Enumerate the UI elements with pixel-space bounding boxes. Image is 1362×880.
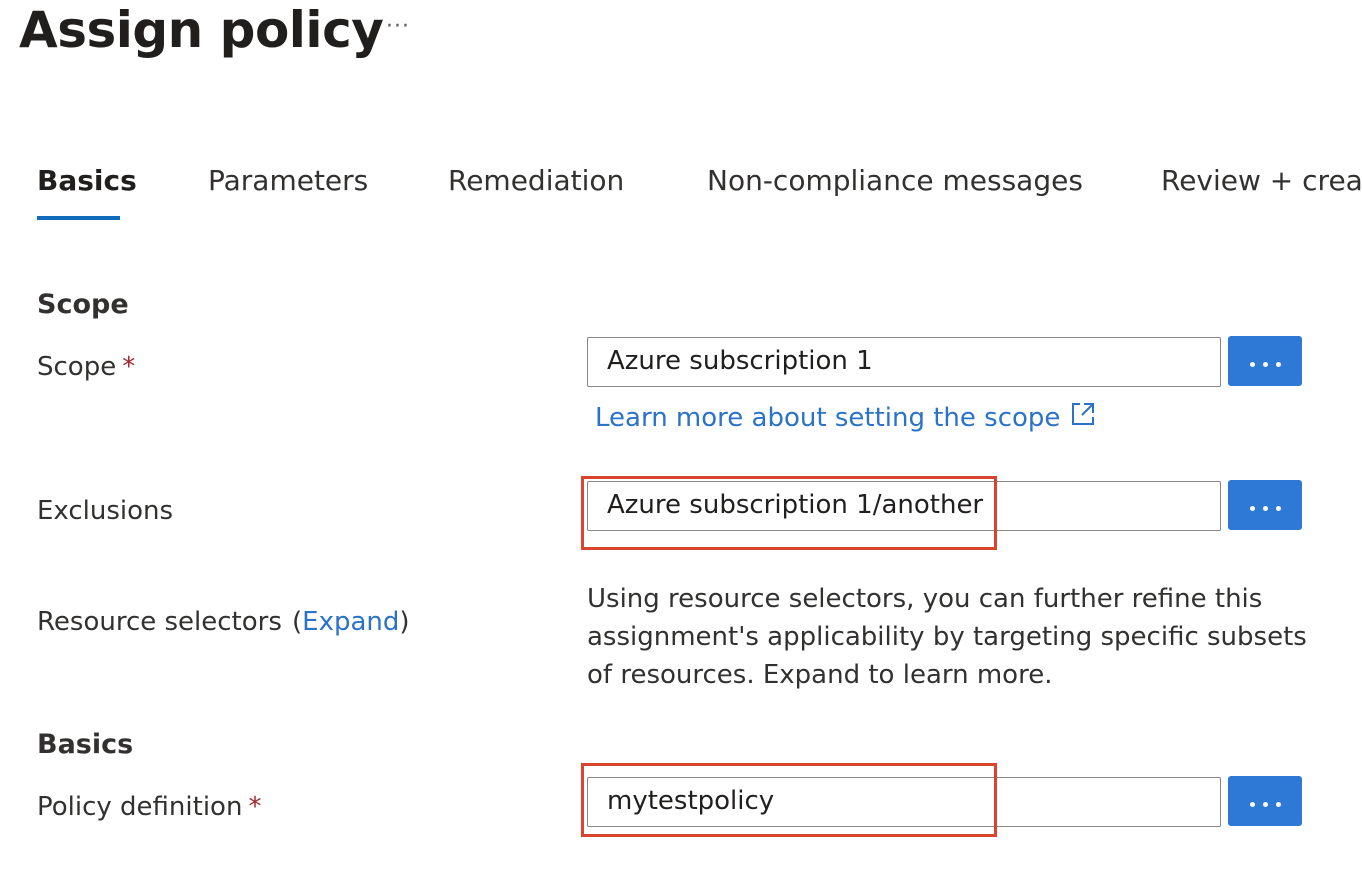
scope-label-row: Scope *	[37, 349, 135, 385]
expand-link[interactable]: Expand	[302, 607, 399, 637]
tab-non-compliance-messages[interactable]: Non-compliance messages	[707, 160, 1083, 202]
tab-review-create[interactable]: Review + create	[1161, 160, 1362, 202]
policy-definition-browse-button[interactable]	[1228, 776, 1302, 826]
policy-definition-label: Policy definition	[37, 792, 243, 822]
required-indicator: *	[122, 352, 136, 382]
scope-browse-button[interactable]	[1228, 336, 1302, 386]
tab-parameters[interactable]: Parameters	[208, 160, 368, 202]
assign-policy-page: Assign policy ··· Basics Parameters Reme…	[0, 0, 1362, 880]
tab-bar: Basics Parameters Remediation Non-compli…	[0, 160, 1362, 230]
expand-open-paren: (	[292, 607, 303, 637]
active-tab-indicator	[37, 216, 120, 220]
tab-basics[interactable]: Basics	[37, 160, 137, 202]
tab-remediation[interactable]: Remediation	[448, 160, 624, 202]
more-dots-icon	[1246, 792, 1285, 811]
resource-selectors-label: Resource selectors	[37, 607, 282, 637]
more-dots-icon	[1246, 496, 1285, 515]
more-options-icon[interactable]: ···	[386, 14, 410, 39]
more-dots-icon	[1246, 352, 1285, 371]
resource-selectors-expand: (Expand)	[292, 604, 410, 640]
external-link-icon	[1070, 400, 1096, 438]
exclusions-input[interactable]: Azure subscription 1/another	[587, 481, 1221, 531]
exclusions-label: Exclusions	[37, 496, 174, 526]
page-title: Assign policy	[19, 1, 384, 59]
scope-section-heading: Scope	[37, 289, 129, 320]
basics-section-heading: Basics	[37, 729, 134, 760]
resource-selectors-description: Using resource selectors, you can furthe…	[587, 584, 1307, 690]
scope-label: Scope	[37, 352, 117, 382]
policy-definition-label-row: Policy definition *	[37, 789, 261, 825]
required-indicator: *	[248, 792, 262, 822]
policy-definition-input[interactable]: mytestpolicy	[587, 777, 1221, 827]
expand-close-paren: )	[399, 607, 410, 637]
learn-more-scope-text: Learn more about setting the scope	[595, 403, 1061, 433]
learn-more-scope-link[interactable]: Learn more about setting the scope	[595, 399, 1096, 438]
exclusions-browse-button[interactable]	[1228, 480, 1302, 530]
scope-input[interactable]: Azure subscription 1	[587, 337, 1221, 387]
